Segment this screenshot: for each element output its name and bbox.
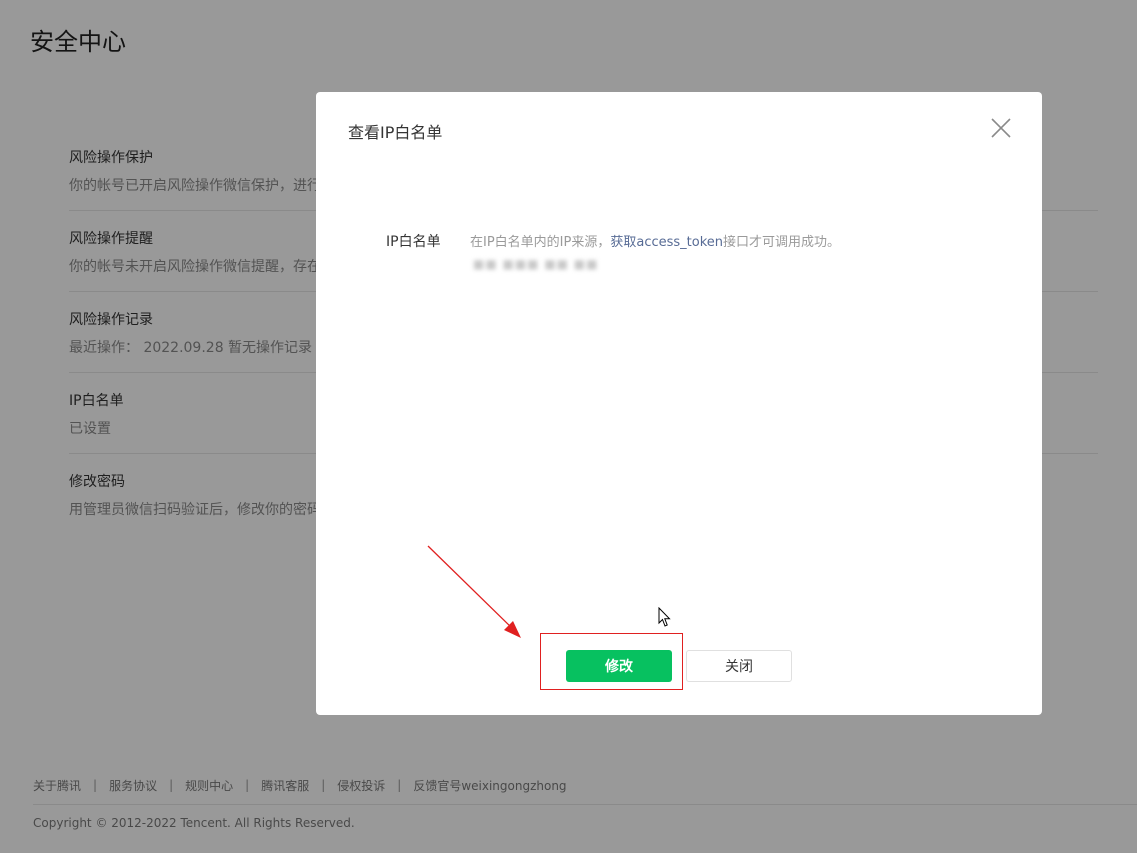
close-button[interactable]: 关闭 [686,650,792,682]
annotation-arrow [427,545,521,638]
annotation-highlight-box [540,633,683,690]
mouse-cursor-icon [658,607,671,627]
ip-value-blurred: ■■ ■■■ ■■ ■■ [473,257,599,271]
ip-whitelist-label: IP白名单 [386,234,441,250]
dialog-title: 查看IP白名单 [348,123,443,142]
close-icon[interactable] [990,117,1012,139]
ip-whitelist-description: 在IP白名单内的IP来源，获取access_token接口才可调用成功。 [470,231,840,250]
access-token-link[interactable]: 获取access_token [610,235,723,250]
desc-prefix: 在IP白名单内的IP来源， [470,235,611,250]
desc-suffix: 接口才可调用成功。 [723,235,841,250]
